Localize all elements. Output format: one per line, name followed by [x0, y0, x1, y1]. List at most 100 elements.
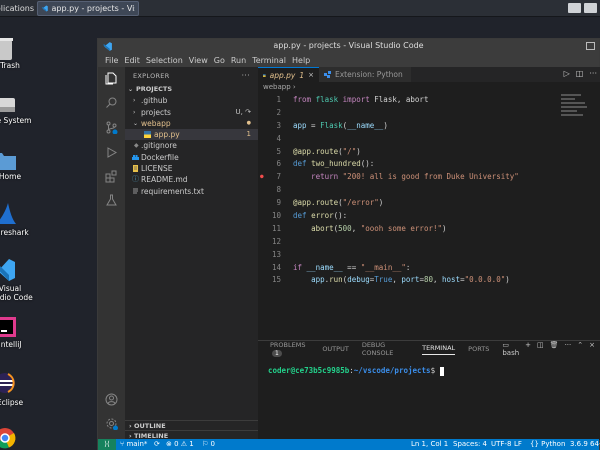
account-icon[interactable]: [105, 393, 118, 406]
search-icon[interactable]: [105, 96, 118, 109]
remote-indicator-icon[interactable]: ⟩⟨: [98, 439, 116, 450]
code-line[interactable]: 8: [258, 184, 600, 197]
explorer-header: EXPLORER ···: [125, 67, 258, 84]
outline-section[interactable]: › OUTLINE: [125, 420, 258, 430]
tree-item-dockerfile[interactable]: Dockerfile: [125, 152, 258, 163]
menu-view[interactable]: View: [189, 54, 208, 67]
tab-output[interactable]: OUTPUT: [322, 345, 349, 353]
sync-icon[interactable]: ⟳: [154, 439, 160, 450]
breadcrumb-folder[interactable]: webapp: [263, 83, 291, 91]
add-terminal-icon[interactable]: +: [525, 341, 531, 357]
menu-go[interactable]: Go: [214, 54, 225, 67]
code-line[interactable]: 6 def two_hundred():: [258, 158, 600, 171]
tree-root-projects[interactable]: ⌄ PROJECTS: [125, 84, 258, 95]
close-icon[interactable]: ×: [308, 71, 314, 79]
code-token: from: [293, 95, 316, 104]
code-line[interactable]: 12: [258, 236, 600, 249]
menu-file[interactable]: File: [105, 54, 118, 67]
menu-run[interactable]: Run: [231, 54, 246, 67]
code-line[interactable]: 15 app.run(debug=True, port=80, host="0.…: [258, 274, 600, 287]
tab-extension-python[interactable]: Extension: Python: [319, 67, 411, 82]
title-bar: app.py - projects - Visual Studio Code: [98, 39, 599, 54]
desktop-top-bar: Applications app.py - projects - Visu...: [0, 0, 600, 17]
tree-item-projects[interactable]: › projects U, ↷: [125, 107, 258, 118]
tab-app-py[interactable]: app.py 1 ×: [258, 67, 319, 82]
code-line[interactable]: 4: [258, 133, 600, 146]
taskbar-button-vscode[interactable]: app.py - projects - Visu...: [37, 1, 139, 16]
tree-item-github[interactable]: › .github: [125, 95, 258, 106]
end-of-line[interactable]: LF: [514, 439, 522, 450]
code-line[interactable]: 9 @app.route("/error"): [258, 197, 600, 210]
menu-selection[interactable]: Selection: [146, 54, 183, 67]
code-line[interactable]: 5 @app.route("/"): [258, 146, 600, 159]
menu-terminal[interactable]: Terminal: [252, 54, 286, 67]
split-terminal-icon[interactable]: ◫: [537, 341, 544, 357]
code-token: "/": [342, 146, 357, 156]
breakpoint-icon[interactable]: ●: [260, 171, 264, 184]
encoding[interactable]: UTF-8: [491, 439, 511, 450]
minimap[interactable]: [561, 94, 591, 134]
tray-button[interactable]: [584, 3, 597, 13]
code-line[interactable]: 7 ● return "200! all is good from Duke Un…: [258, 171, 600, 184]
tree-item-app-py[interactable]: app.py 1: [125, 129, 258, 141]
indentation[interactable]: Spaces: 4: [453, 439, 487, 450]
python-interpreter[interactable]: 3.6.9 64-bit: [570, 439, 600, 450]
kill-terminal-icon[interactable]: 🗑: [550, 341, 559, 357]
code-lines[interactable]: 1 from flask import Flask, abort 2 3 app = F…: [258, 94, 600, 287]
tree-item-label: webapp: [141, 118, 171, 128]
tab-problems[interactable]: PROBLEMS1: [270, 341, 309, 357]
tree-item-label: .gitignore: [141, 141, 177, 151]
gear-icon[interactable]: [105, 417, 118, 430]
panel-actions: ▭ bash + ◫ 🗑 ··· ⌃ ×: [502, 341, 595, 357]
explorer-files-icon[interactable]: [105, 72, 118, 85]
extensions-icon[interactable]: [105, 170, 118, 183]
tree-item-gitignore[interactable]: ◆ .gitignore: [125, 140, 258, 151]
tab-terminal[interactable]: TERMINAL: [422, 344, 456, 355]
tray-button[interactable]: [568, 3, 581, 13]
branch-indicator[interactable]: ⑂ main*: [120, 439, 147, 450]
source-control-icon[interactable]: [105, 121, 118, 134]
code-token: __name__: [306, 262, 343, 272]
testing-flask-icon[interactable]: [105, 194, 118, 207]
terminal-output[interactable]: coder@ce73b5c9985b:~/vscode/projects$: [268, 366, 444, 376]
code-line[interactable]: 11 abort(500, "oooh some error!"): [258, 223, 600, 236]
tree-item-license[interactable]: LICENSE: [125, 163, 258, 174]
tab-ports[interactable]: PORTS: [468, 345, 489, 353]
code-token: flask: [315, 95, 339, 104]
tree-item-webapp[interactable]: ⌄ webapp ●: [125, 118, 258, 129]
breadcrumb[interactable]: webapp ›: [258, 82, 600, 93]
code-token: ==: [342, 262, 361, 272]
run-debug-icon[interactable]: [105, 146, 118, 159]
terminal-shell-selector[interactable]: ▭ bash: [502, 341, 519, 357]
applications-menu[interactable]: Applications: [0, 2, 34, 15]
code-line[interactable]: 3 app = Flask(__name__): [258, 120, 600, 133]
more-actions-icon[interactable]: ···: [565, 341, 572, 357]
cursor-position[interactable]: Ln 1, Col 1: [411, 439, 448, 450]
code-line[interactable]: 14 if __name__ == "__main__":: [258, 262, 600, 275]
menu-help[interactable]: Help: [292, 54, 310, 67]
code-token: return: [293, 172, 343, 182]
close-icon[interactable]: ×: [589, 341, 595, 357]
language-mode[interactable]: {} Python: [530, 439, 565, 450]
tree-item-requirements[interactable]: requirements.txt: [125, 186, 258, 197]
chevron-down-icon: ⌄: [133, 119, 139, 127]
more-actions-icon[interactable]: ···: [241, 71, 250, 80]
ports-indicator[interactable]: ⚐ 0: [202, 439, 215, 450]
code-line[interactable]: 10 def error():: [258, 210, 600, 223]
code-token: ): [442, 223, 447, 233]
more-actions-icon[interactable]: ···: [589, 69, 597, 78]
run-icon[interactable]: ▷: [564, 69, 570, 78]
maximize-button[interactable]: [586, 42, 595, 50]
code-line[interactable]: 2: [258, 107, 600, 120]
tab-debug-console[interactable]: DEBUG CONSOLE: [362, 341, 409, 357]
code-token: "/error": [342, 198, 379, 208]
code-text: def two_hundred():: [293, 158, 374, 171]
problems-indicator[interactable]: ⊗ 0 ⚠ 1: [166, 439, 194, 450]
split-editor-icon[interactable]: ◫: [576, 69, 584, 78]
tree-item-readme[interactable]: ⓘ README.md: [125, 174, 258, 185]
maximize-panel-icon[interactable]: ⌃: [577, 341, 583, 357]
code-line[interactable]: 1 from flask import Flask, abort: [258, 94, 600, 107]
code-line[interactable]: 13: [258, 249, 600, 262]
menu-edit[interactable]: Edit: [124, 54, 140, 67]
